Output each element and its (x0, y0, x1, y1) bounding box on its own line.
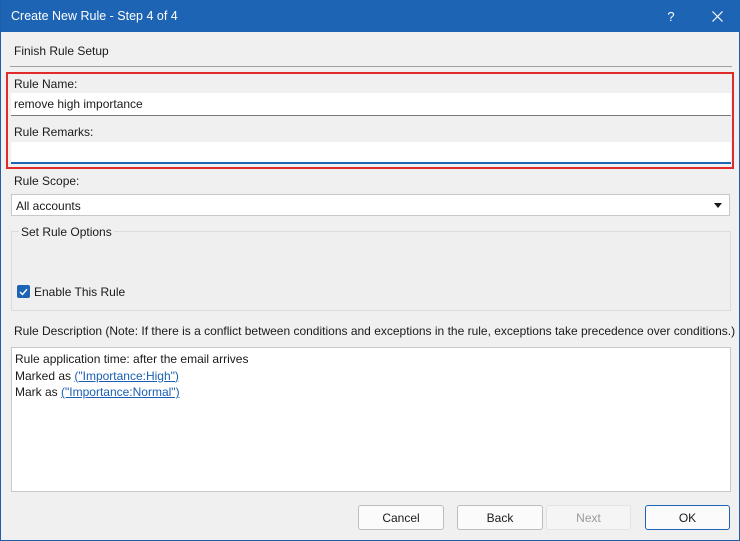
description-line: Marked as ("Importance:High") (15, 368, 727, 385)
enable-rule-label[interactable]: Enable This Rule (34, 285, 125, 299)
description-text: Mark as (15, 385, 62, 399)
window-title: Create New Rule - Step 4 of 4 (11, 9, 178, 23)
back-button[interactable]: Back (457, 505, 543, 530)
rule-description-label: Rule Description (Note: If there is a co… (14, 324, 736, 338)
rule-remarks-label: Rule Remarks: (14, 125, 94, 139)
description-line: Mark as ("Importance:Normal") (15, 384, 727, 401)
rule-scope-label: Rule Scope: (14, 174, 80, 188)
rule-scope-select[interactable]: All accounts (11, 194, 730, 216)
checkmark-icon (19, 288, 28, 296)
create-rule-dialog: Create New Rule - Step 4 of 4 ? Finish R… (0, 0, 740, 541)
close-button[interactable] (695, 0, 739, 32)
rule-remarks-input[interactable] (11, 142, 731, 164)
dropdown-arrow-icon (714, 203, 722, 208)
help-button[interactable]: ? (649, 0, 693, 32)
rule-description-box: Rule application time: after the email a… (11, 347, 731, 492)
close-icon (711, 10, 723, 22)
importance-high-link[interactable]: ("Importance:High") (74, 369, 179, 383)
rule-options-group (11, 231, 731, 311)
rule-name-label: Rule Name: (14, 77, 78, 91)
rule-options-title: Set Rule Options (19, 225, 114, 239)
cancel-button[interactable]: Cancel (358, 505, 444, 530)
description-text: Marked as (15, 368, 75, 383)
divider (10, 66, 732, 67)
rule-scope-value: All accounts (16, 199, 81, 213)
section-title: Finish Rule Setup (14, 44, 109, 58)
enable-rule-checkbox[interactable] (17, 285, 30, 298)
title-bar: Create New Rule - Step 4 of 4 ? (1, 0, 740, 32)
ok-button[interactable]: OK (645, 505, 730, 530)
importance-normal-link[interactable]: ("Importance:Normal") (61, 385, 180, 399)
description-line: Rule application time: after the email a… (15, 352, 249, 366)
rule-name-input[interactable]: remove high importance (11, 93, 731, 116)
next-button[interactable]: Next (546, 505, 631, 530)
